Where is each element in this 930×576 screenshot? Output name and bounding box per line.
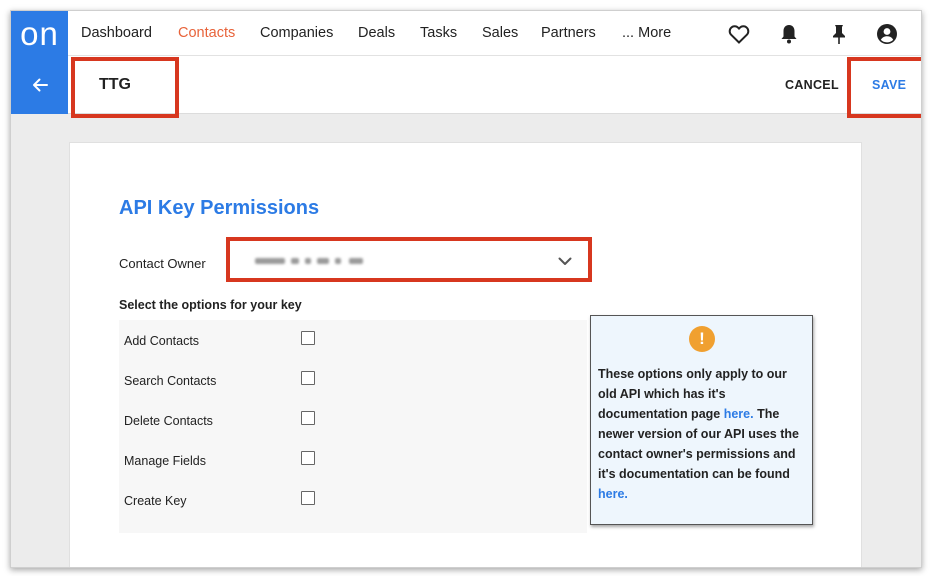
user-account-icon[interactable] xyxy=(875,22,899,46)
option-label-add-contacts: Add Contacts xyxy=(124,334,200,348)
title-highlight-box xyxy=(71,57,179,118)
bell-icon[interactable] xyxy=(777,22,801,46)
back-button[interactable] xyxy=(11,56,68,114)
nav-contacts[interactable]: Contacts xyxy=(178,11,235,56)
option-label-manage-fields: Manage Fields xyxy=(124,454,206,468)
option-label-search-contacts: Search Contacts xyxy=(124,374,217,388)
old-api-docs-link[interactable]: here. xyxy=(724,407,754,421)
notice-text: These options only apply to our old API … xyxy=(598,364,808,504)
option-row: Search Contacts xyxy=(119,360,587,400)
exclamation-icon: ! xyxy=(689,326,715,352)
cancel-button[interactable]: CANCEL xyxy=(785,56,839,114)
delete-contacts-checkbox[interactable] xyxy=(301,411,315,425)
option-row: Create Key xyxy=(119,480,587,520)
nav-sales[interactable]: Sales xyxy=(482,11,518,56)
heart-icon[interactable] xyxy=(727,22,751,46)
nav-deals[interactable]: Deals xyxy=(358,11,395,56)
app-logo[interactable]: on xyxy=(11,11,68,56)
option-label-create-key: Create Key xyxy=(124,494,187,508)
nav-partners[interactable]: Partners xyxy=(541,11,596,56)
options-heading: Select the options for your key xyxy=(119,298,302,312)
contact-owner-highlight-box xyxy=(226,237,592,282)
option-label-delete-contacts: Delete Contacts xyxy=(124,414,213,428)
add-contacts-checkbox[interactable] xyxy=(301,331,315,345)
contact-owner-label: Contact Owner xyxy=(119,256,206,271)
new-api-docs-link[interactable]: here. xyxy=(598,487,628,501)
nav-tasks[interactable]: Tasks xyxy=(420,11,457,56)
options-list: Add Contacts Search Contacts Delete Cont… xyxy=(119,320,587,533)
section-title: API Key Permissions xyxy=(119,197,320,219)
nav-dashboard[interactable]: Dashboard xyxy=(81,11,152,56)
nav-companies[interactable]: Companies xyxy=(260,11,333,56)
create-key-checkbox[interactable] xyxy=(301,491,315,505)
option-row: Delete Contacts xyxy=(119,400,587,440)
arrow-left-icon xyxy=(32,78,48,92)
top-navigation: on Dashboard Contacts Companies Deals Ta… xyxy=(11,11,921,56)
option-row: Add Contacts xyxy=(119,320,587,360)
save-highlight-box xyxy=(847,57,921,118)
manage-fields-checkbox[interactable] xyxy=(301,451,315,465)
pin-icon[interactable] xyxy=(827,22,851,46)
search-contacts-checkbox[interactable] xyxy=(301,371,315,385)
api-notice-box: ! These options only apply to our old AP… xyxy=(590,315,813,525)
nav-more[interactable]: ... More xyxy=(622,11,671,56)
app-window: on Dashboard Contacts Companies Deals Ta… xyxy=(10,10,922,568)
option-row: Manage Fields xyxy=(119,440,587,480)
permissions-card: API Key Permissions Contact Owner Select… xyxy=(69,142,862,567)
